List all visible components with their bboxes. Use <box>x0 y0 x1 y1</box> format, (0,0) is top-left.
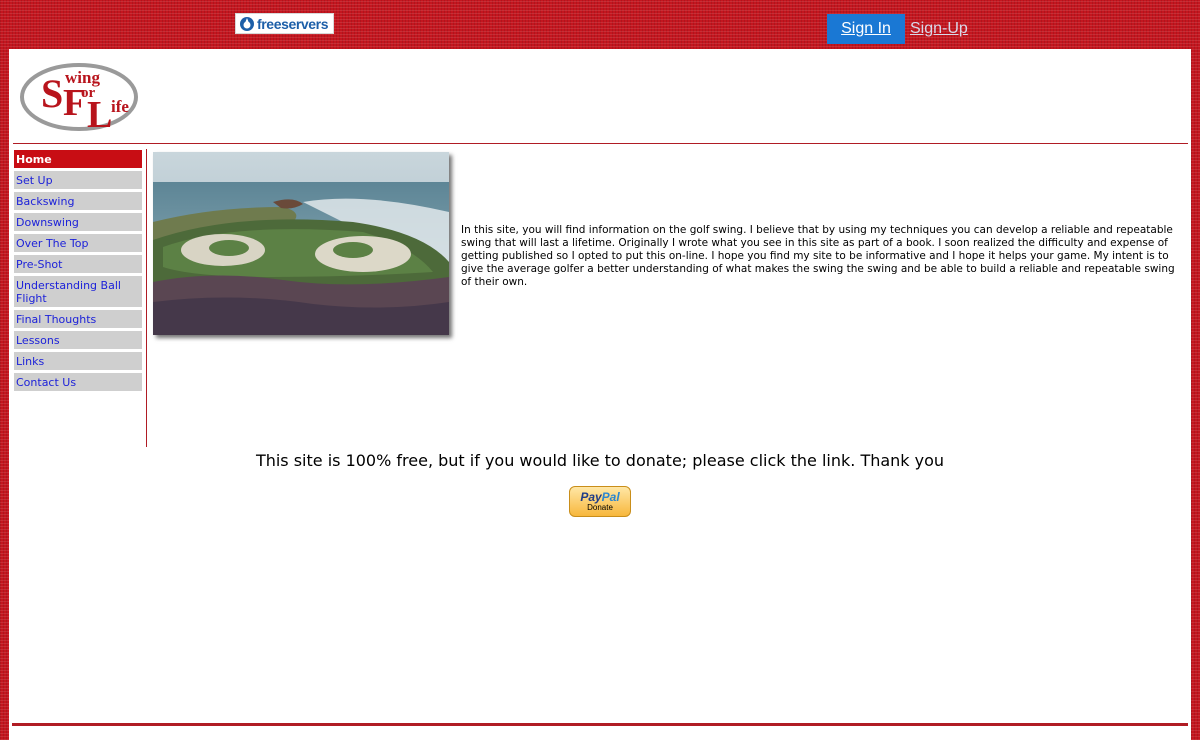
nav-item-home[interactable]: Home <box>14 150 142 168</box>
nav-item-set-up[interactable]: Set Up <box>14 171 142 189</box>
sign-in-button[interactable]: Sign In <box>827 14 905 44</box>
nav-item-final-thoughts[interactable]: Final Thoughts <box>14 310 142 328</box>
freeservers-brand-text: freeservers <box>257 15 329 32</box>
paypal-donate-label: Donate <box>587 503 613 512</box>
paypal-logo: PayPal <box>580 491 619 503</box>
svg-text:S: S <box>41 71 63 116</box>
sidebar-nav: Home Set Up Backswing Downswing Over The… <box>14 150 142 394</box>
nav-item-contact-us[interactable]: Contact Us <box>14 373 142 391</box>
nav-item-downswing[interactable]: Downswing <box>14 213 142 231</box>
nav-item-understanding-ball-flight[interactable]: Understanding Ball Flight <box>14 276 142 307</box>
nav-item-pre-shot[interactable]: Pre-Shot <box>14 255 142 273</box>
header-divider <box>13 143 1188 144</box>
intro-paragraph: In this site, you will find information … <box>461 223 1175 288</box>
freeservers-logo[interactable]: freeservers <box>235 13 334 34</box>
sidebar-divider <box>146 149 147 447</box>
nav-item-over-the-top[interactable]: Over The Top <box>14 234 142 252</box>
golf-course-photo <box>153 152 449 335</box>
svg-text:ife: ife <box>111 97 129 116</box>
swing-for-life-logo[interactable]: S wing F or L ife <box>19 57 139 136</box>
paypal-pay-text: Pay <box>580 490 602 504</box>
freeservers-swirl-icon <box>240 16 254 31</box>
nav-item-backswing[interactable]: Backswing <box>14 192 142 210</box>
top-bar: freeservers Sign In Sign-Up <box>0 0 1200 48</box>
paypal-donate-button[interactable]: PayPal Donate <box>569 486 631 517</box>
donate-message: This site is 100% free, but if you would… <box>255 451 945 470</box>
paypal-pal-text: Pal <box>601 490 620 504</box>
page-container: S wing F or L ife Home Set Up Backswing … <box>9 49 1191 740</box>
footer-divider <box>12 723 1188 726</box>
svg-text:L: L <box>87 94 112 132</box>
nav-item-lessons[interactable]: Lessons <box>14 331 142 349</box>
sign-up-link[interactable]: Sign-Up <box>910 20 968 38</box>
nav-item-links[interactable]: Links <box>14 352 142 370</box>
